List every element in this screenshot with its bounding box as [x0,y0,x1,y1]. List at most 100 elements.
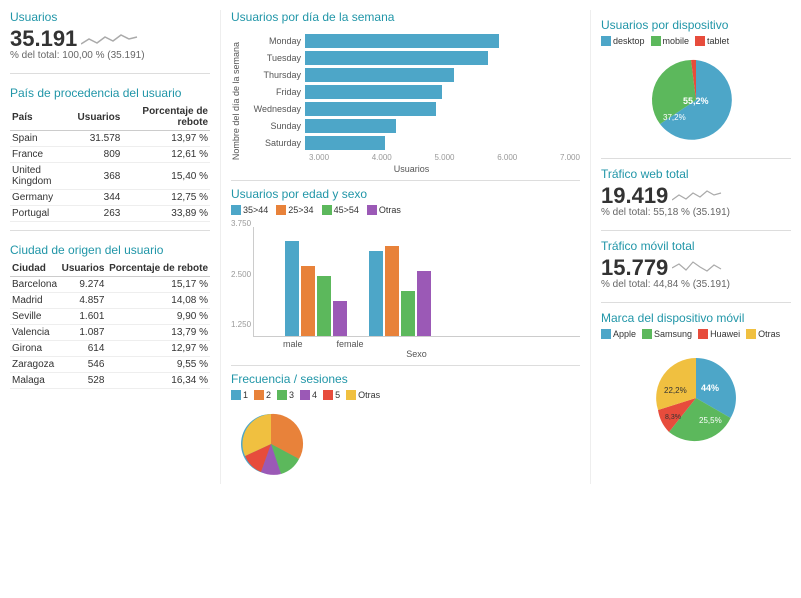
marca-pie-container: 44% 25,5% 8,3% 22,2% [601,343,791,453]
edad-x-label: Sexo [253,349,580,359]
pais-col-pais: País [10,104,76,131]
legend-color [367,205,377,215]
ciudad-section: Ciudad de origen del usuario Ciudad Usua… [10,243,210,389]
dispositivo-pie-container: 55,2% 37,2% [601,50,791,150]
legend-color [323,390,333,400]
trafico-movil-block: Tráfico móvil total 15.779 % del total: … [601,239,791,290]
usuarios-sparkline [81,29,141,49]
legend-color [277,390,287,400]
table-row: Malaga52816,34 % [10,373,210,389]
pais-col-rebote: Porcentaje de rebote [122,104,210,131]
chart-group [284,241,348,336]
list-item: Saturday [243,136,580,150]
freq-section: Frecuencia / sesiones 12345Otras [231,372,580,484]
semana-title: Usuarios por día de la semana [231,10,580,24]
ciudad-col-ciudad: Ciudad [10,261,59,277]
right-column: Usuarios por dispositivo desktopmobileta… [591,10,791,484]
legend-item: tablet [695,36,729,46]
ciudad-title: Ciudad de origen del usuario [10,243,210,257]
legend-item: 2 [254,390,271,400]
pais-section: País de procedencia del usuario País Usu… [10,86,210,222]
legend-item: Otras [746,329,780,339]
table-row: France80912,61 % [10,147,210,163]
legend-item: 4 [300,390,317,400]
dispositivo-title: Usuarios por dispositivo [601,18,791,32]
legend-item: 45>54 [322,205,359,215]
ciudad-col-usuarios: Usuarios [59,261,106,277]
usuarios-sub: % del total: 100,00 % (35.191) [10,50,210,61]
legend-item: 25>34 [276,205,313,215]
trafico-movil-value: 15.779 [601,257,668,279]
table-row: Portugal26333,89 % [10,206,210,222]
table-row: Seville1.6019,90 % [10,309,210,325]
list-item: Wednesday [243,102,580,116]
legend-item: Otras [346,390,380,400]
bar [333,301,347,336]
legend-item: 35>44 [231,205,268,215]
semana-section: Usuarios por día de la semana Nombre del… [231,10,580,174]
semana-x-axis: 3.0004.0005.0006.0007.000 [243,153,580,162]
left-column: Usuarios 35.191 % del total: 100,00 % (3… [10,10,220,484]
edad-y-axis: 3.750 2.500 1.250 [231,219,253,329]
svg-text:8,3%: 8,3% [665,414,681,421]
list-item: Sunday [243,119,580,133]
bar [401,291,415,336]
pais-title: País de procedencia del usuario [10,86,210,100]
legend-item: Otras [367,205,401,215]
bar [385,246,399,336]
bar [369,251,383,336]
edad-section: Usuarios por edad y sexo 35>4425>3445>54… [231,187,580,359]
dispositivo-section: Usuarios por dispositivo desktopmobileta… [601,18,791,150]
trafico-web-title: Tráfico web total [601,167,791,181]
usuarios-title: Usuarios [10,10,210,24]
bar [285,241,299,336]
legend-item: Samsung [642,329,692,339]
semana-bar-chart: MondayTuesdayThursdayFridayWednesdaySund… [243,34,580,150]
trafico-movil-sub: % del total: 44,84 % (35.191) [601,279,791,290]
svg-text:37,2%: 37,2% [663,113,686,122]
legend-color [276,205,286,215]
freq-title: Frecuencia / sesiones [231,372,580,386]
legend-item: desktop [601,36,645,46]
dispositivo-pie: 55,2% 37,2% [631,50,761,150]
list-item: Friday [243,85,580,99]
legend-item: 3 [277,390,294,400]
legend-color [231,205,241,215]
freq-legend: 12345Otras [231,390,580,400]
list-item: Thursday [243,68,580,82]
pais-table: País Usuarios Porcentaje de rebote Spain… [10,104,210,222]
legend-color [601,329,611,339]
trafico-movil-title: Tráfico móvil total [601,239,791,253]
marca-pie: 44% 25,5% 8,3% 22,2% [631,343,761,453]
mid-column: Usuarios por día de la semana Nombre del… [220,10,591,484]
list-item: Tuesday [243,51,580,65]
trafico-movil-sparkline [672,258,727,279]
svg-text:44%: 44% [701,383,719,393]
trafico-web-block: Tráfico web total 19.419 % del total: 55… [601,167,791,218]
trafico-web-value: 19.419 [601,185,668,207]
chart-group [368,246,432,336]
marca-section: Marca del dispositivo móvil Apple Samsung… [601,311,791,453]
svg-text:25,5%: 25,5% [699,416,722,425]
semana-x-label: Usuarios [243,164,580,174]
semana-y-label: Nombre del día de la semana [231,42,241,160]
legend-color [642,329,652,339]
svg-text:22,2%: 22,2% [664,386,687,395]
trafico-web-sub: % del total: 55,18 % (35.191) [601,207,791,218]
table-row: Madrid4.85714,08 % [10,293,210,309]
table-row: Germany34412,75 % [10,190,210,206]
legend-item: 5 [323,390,340,400]
legend-color [346,390,356,400]
table-row: Spain31.57813,97 % [10,131,210,147]
svg-text:55,2%: 55,2% [683,96,709,106]
edad-legend: 35>44 25>34 45>54 Otras [231,205,580,215]
freq-pie-chart [231,404,331,484]
legend-item: Apple [601,329,636,339]
legend-color [695,36,705,46]
usuarios-block: Usuarios 35.191 % del total: 100,00 % (3… [10,10,210,61]
ciudad-col-rebote: Porcentaje de rebote [106,261,210,277]
legend-color [322,205,332,215]
bar [417,271,431,336]
legend-color [746,329,756,339]
marca-title: Marca del dispositivo móvil [601,311,791,325]
